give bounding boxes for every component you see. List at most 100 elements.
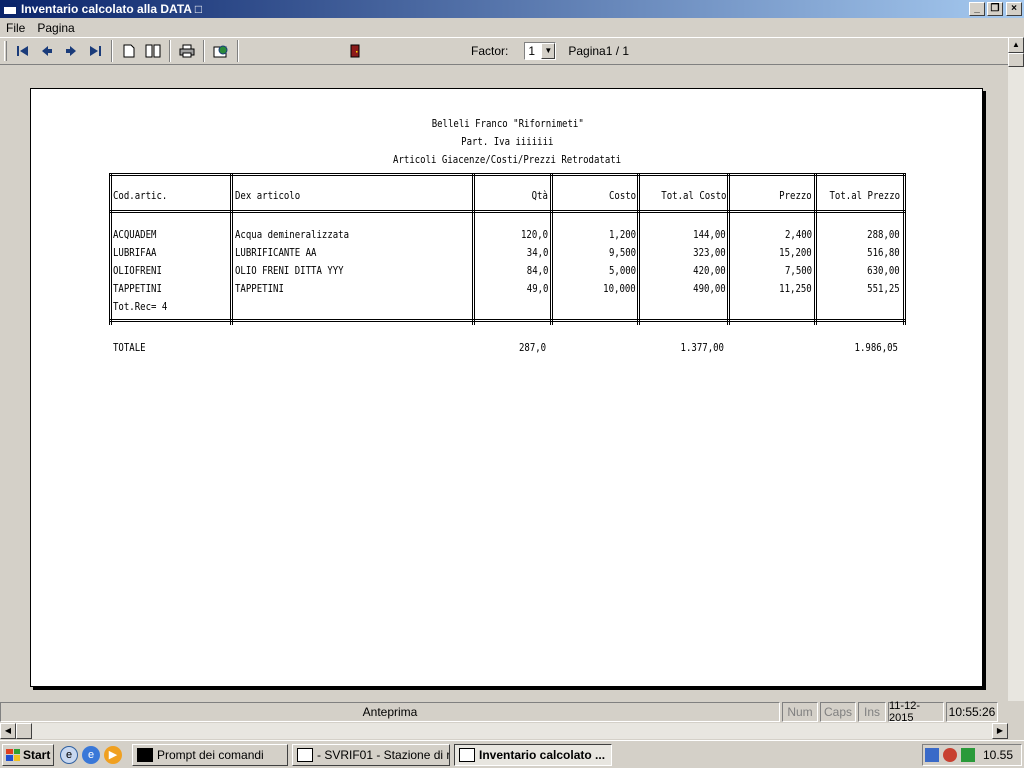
taskbar-item-command-prompt[interactable]: Prompt dei comandi <box>132 743 288 766</box>
report-page: Belleli Franco "Rifornimeti" Part. Iva i… <box>30 88 983 687</box>
scrollbar-corner <box>1008 723 1024 739</box>
cell-costo: 1,200 <box>608 228 636 241</box>
cell-prezzo: 2,400 <box>784 228 812 241</box>
report-company-name: Belleli Franco "Rifornimeti" <box>431 117 584 130</box>
status-bar: Anteprima Num Caps Ins 11-12-2015 10:55:… <box>0 700 1024 724</box>
cell-code: TAPPETINI <box>113 282 162 295</box>
toolbar-separator <box>237 40 239 62</box>
cell-qty: 84,0 <box>526 264 548 277</box>
cell-description: Acqua demineralizzata <box>235 228 350 241</box>
start-label: Start <box>23 747 51 762</box>
chevron-down-icon[interactable]: ▼ <box>541 43 556 59</box>
factor-select[interactable]: 1 ▼ <box>524 42 557 60</box>
column-divider <box>472 173 475 325</box>
prev-page-button[interactable] <box>35 40 59 62</box>
horizontal-scrollbar[interactable]: ◀ ▶ <box>0 723 1008 739</box>
two-pages-button[interactable] <box>141 40 165 62</box>
taskbar-item-inventario[interactable]: Inventario calcolato ... <box>454 743 612 766</box>
status-date: 11-12-2015 <box>888 700 944 724</box>
last-page-icon <box>90 46 101 56</box>
scroll-left-button[interactable]: ◀ <box>0 723 16 739</box>
export-button[interactable] <box>209 40 233 62</box>
toolbar-separator <box>169 40 171 62</box>
toolbar: Factor: 1 ▼ Pagina1 / 1 <box>0 37 1008 65</box>
export-icon <box>213 45 228 58</box>
cell-tot-prezzo: 288,00 <box>867 228 900 241</box>
cell-qty: 34,0 <box>526 246 548 259</box>
factor-label: Factor: <box>471 44 509 58</box>
record-count: Tot.Rec= 4 <box>113 300 168 313</box>
totals-qty: 287,0 <box>518 341 546 354</box>
close-button[interactable]: × <box>1006 2 1022 16</box>
desktop-icon[interactable]: e <box>60 745 78 764</box>
first-page-icon <box>17 46 28 56</box>
start-button[interactable]: Start <box>2 743 54 766</box>
column-divider <box>109 173 112 325</box>
factor-value: 1 <box>528 44 536 58</box>
table-border-bottom <box>109 319 906 322</box>
minimize-button[interactable]: _ <box>969 2 985 16</box>
taskbar-item-svrif01[interactable]: - SVRIF01 - Stazione di ri... <box>292 743 450 766</box>
cell-code: LUBRIFAA <box>113 246 157 259</box>
taskbar: Start e e ▶ Prompt dei comandi - SVRIF01… <box>0 740 1024 768</box>
two-pages-icon <box>145 44 161 58</box>
column-header: Cod.artic. <box>113 189 168 202</box>
menu-file[interactable]: File <box>0 21 31 35</box>
cell-tot-costo: 323,00 <box>693 246 726 259</box>
window-icon <box>459 747 475 762</box>
cell-costo: 5,000 <box>608 264 636 277</box>
internet-explorer-icon[interactable]: e <box>82 745 100 764</box>
column-header: Dex articolo <box>235 189 301 202</box>
first-page-button[interactable] <box>11 40 35 62</box>
print-button[interactable] <box>175 40 199 62</box>
cell-prezzo: 7,500 <box>784 264 812 277</box>
cell-tot-costo: 490,00 <box>693 282 726 295</box>
vertical-scrollbar[interactable]: ▲ ▼ <box>1008 37 1024 723</box>
cell-tot-prezzo: 630,00 <box>867 264 900 277</box>
table-header-divider <box>109 210 906 213</box>
scroll-right-button[interactable]: ▶ <box>992 723 1008 739</box>
cell-tot-prezzo: 516,80 <box>867 246 900 259</box>
cell-tot-costo: 420,00 <box>693 264 726 277</box>
status-mode: Anteprima <box>0 702 780 722</box>
security-icon[interactable] <box>942 748 957 762</box>
column-divider <box>550 173 553 325</box>
last-page-button[interactable] <box>83 40 107 62</box>
update-icon[interactable] <box>960 748 975 762</box>
horizontal-scroll-thumb[interactable] <box>16 723 32 739</box>
exit-door-icon <box>350 44 360 58</box>
menu-pagina[interactable]: Pagina <box>31 21 80 35</box>
status-caps: Caps <box>820 702 856 722</box>
media-player-icon[interactable]: ▶ <box>104 745 122 764</box>
window-titlebar[interactable]: Inventario calcolato alla DATA □ _ ❐ × <box>0 0 1024 18</box>
totals-tot-prezzo: 1.986,05 <box>854 341 898 354</box>
column-divider <box>637 173 640 325</box>
next-page-button[interactable] <box>59 40 83 62</box>
status-time: 10:55:26 <box>946 702 998 722</box>
cell-qty: 120,0 <box>520 228 548 241</box>
single-page-button[interactable] <box>117 40 141 62</box>
network-icon[interactable] <box>924 748 939 762</box>
cell-costo: 9,500 <box>608 246 636 259</box>
system-tray: 10.55 <box>922 744 1022 766</box>
print-icon <box>179 44 195 58</box>
cell-prezzo: 11,250 <box>779 282 812 295</box>
column-header: Qtà <box>531 189 548 202</box>
vertical-scroll-thumb[interactable] <box>1008 53 1024 67</box>
cell-description: OLIO FRENI DITTA YYY <box>235 264 344 277</box>
app-window-icon <box>3 3 17 15</box>
menu-bar: File Pagina <box>0 18 1024 37</box>
prev-page-icon <box>42 46 52 56</box>
windows-logo-icon <box>6 748 20 761</box>
exit-button[interactable] <box>343 40 367 62</box>
column-divider <box>903 173 906 325</box>
toolbar-grip[interactable] <box>4 41 7 61</box>
scroll-up-button[interactable]: ▲ <box>1008 37 1024 53</box>
column-header: Tot.al Prezzo <box>829 189 900 202</box>
totals-tot-costo: 1.377,00 <box>680 341 724 354</box>
cell-tot-prezzo: 551,25 <box>867 282 900 295</box>
status-ins: Ins <box>858 702 886 722</box>
cell-tot-costo: 144,00 <box>693 228 726 241</box>
restore-button[interactable]: ❐ <box>987 2 1003 16</box>
clock[interactable]: 10.55 <box>983 748 1013 762</box>
